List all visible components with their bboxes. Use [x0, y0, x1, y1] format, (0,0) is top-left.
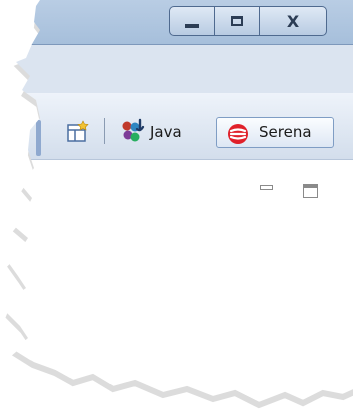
view-maximize-icon[interactable]	[303, 184, 318, 198]
toolbar-separator	[104, 118, 105, 144]
view-minimize-icon[interactable]	[260, 185, 273, 190]
minimize-icon	[185, 24, 199, 28]
open-perspective-icon[interactable]	[66, 120, 90, 144]
serena-perspective-label[interactable]: Serena	[259, 123, 312, 141]
title-bar: X	[0, 0, 353, 45]
close-button[interactable]: X	[259, 6, 327, 36]
java-perspective-label[interactable]: Java	[150, 123, 182, 141]
menu-strip	[0, 45, 353, 93]
screenshot-stage: X Java Serena	[0, 0, 353, 419]
toolbar-grip[interactable]	[36, 120, 41, 156]
caption-buttons: X	[170, 6, 327, 36]
app-window: X Java Serena	[0, 0, 353, 419]
java-perspective-icon[interactable]	[118, 118, 146, 146]
close-icon: X	[286, 11, 300, 31]
minimize-button[interactable]	[169, 6, 215, 36]
maximize-button[interactable]	[214, 6, 260, 36]
serena-logo-icon	[226, 122, 250, 146]
maximize-icon	[231, 16, 243, 26]
